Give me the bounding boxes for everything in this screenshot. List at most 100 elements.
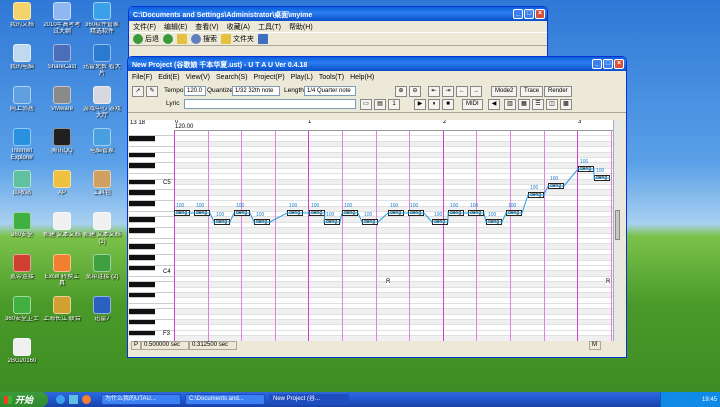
vertical-scrollbar[interactable] [613, 120, 621, 341]
one-button[interactable]: 1 [388, 99, 400, 110]
split-button[interactable]: ▤ [374, 99, 386, 110]
desktop-icon[interactable]: 迅雷免费 看大片 [82, 44, 122, 78]
explorer-window[interactable]: C:\Documents and Settings\Administrator\… [128, 6, 548, 58]
utau-window[interactable]: New Project (谷歌娘 千本华夏.ust) - U T A U Ver… [127, 56, 627, 358]
desktop-icon[interactable]: 腾讯QQ [42, 128, 82, 162]
start-button[interactable]: 开始 [0, 392, 48, 407]
midi-button[interactable]: MIDI [462, 99, 483, 110]
render-button[interactable]: Render [544, 86, 572, 97]
pause-button[interactable]: ⏸ [428, 99, 440, 110]
stop-button[interactable]: ■ [442, 99, 454, 110]
desktop-icon[interactable]: AP [42, 170, 82, 204]
desktop-icon[interactable]: VMware [42, 86, 82, 120]
note-grid[interactable]: deng 100 deng 100 deng 100 deng 100 deng 100 deng 1… [174, 131, 613, 341]
piano-keyboard[interactable]: C5 C4 F3 [129, 131, 174, 341]
desktop-icon[interactable]: 360安全 [2, 212, 42, 246]
speaker-icon[interactable]: ◀ [488, 99, 500, 110]
search-button[interactable]: 搜索 [191, 34, 217, 44]
menu-view[interactable]: View(V) [186, 74, 210, 81]
nudge-left-button[interactable]: ← [456, 86, 468, 97]
close-button[interactable]: × [614, 59, 624, 69]
menu-file[interactable]: 文件(F) [133, 22, 156, 32]
window-icon[interactable]: ◫ [546, 99, 558, 110]
clock[interactable]: 19:45 [702, 397, 717, 403]
maximize-button[interactable]: □ [603, 59, 613, 69]
minimize-button[interactable]: _ [513, 9, 523, 19]
desktop-icon[interactable]: 游戏中心 游戏大厅 [82, 86, 122, 120]
desktop-icon[interactable]: Internet Explorer [2, 128, 42, 162]
task-qq[interactable]: 为什么我的UTAU... [101, 394, 181, 405]
menu-edit[interactable]: Edit(E) [158, 74, 179, 81]
menu-edit[interactable]: 编辑(E) [164, 22, 187, 32]
list-icon[interactable]: ☰ [532, 99, 544, 110]
zoom-out-button[interactable]: ⊖ [409, 86, 421, 97]
desktop-icon[interactable]: 新建 文本文档 [42, 212, 82, 246]
pencil-tool-button[interactable]: ✎ [146, 86, 158, 97]
props-icon[interactable]: ▦ [518, 99, 530, 110]
rest-marker[interactable]: R [386, 279, 391, 285]
rest-marker[interactable]: R [606, 279, 611, 285]
insert-button[interactable]: ▭ [360, 99, 372, 110]
maximize-button[interactable]: □ [524, 9, 534, 19]
menu-favorites[interactable]: 收藏(A) [227, 22, 250, 32]
desktop-icon[interactable]: 360软件管家 精选软件 [82, 2, 122, 36]
menu-search[interactable]: Search(S) [216, 74, 248, 81]
menu-help[interactable]: 帮助(H) [289, 22, 313, 32]
nudge-right-button[interactable]: → [470, 86, 482, 97]
play-button[interactable]: ▶ [414, 99, 426, 110]
utau-title-bar[interactable]: New Project (谷歌娘 千本华夏.ust) - U T A U Ver… [128, 57, 626, 71]
desktop-icon[interactable]: 宽带连接 (2) [82, 254, 122, 288]
desktop-icon[interactable]: 2BG20160 [2, 338, 42, 372]
menu-play[interactable]: Play(L) [291, 74, 313, 81]
close-button[interactable]: × [535, 9, 545, 19]
mode2-button[interactable]: Mode2 [491, 86, 518, 97]
desktop-icon[interactable]: 新建 文本文档 (2) [82, 212, 122, 246]
lyric-field[interactable] [184, 99, 356, 109]
menu-tools[interactable]: 工具(T) [258, 22, 281, 32]
desktop-icon[interactable]: 电脑管家 [82, 128, 122, 162]
grid-icon[interactable]: ▩ [560, 99, 572, 110]
quicklaunch-desktop-icon[interactable] [69, 395, 78, 404]
desktop-icon[interactable]: ShareCast [42, 44, 82, 78]
tempo-field[interactable]: 120.0 [184, 86, 206, 96]
desktop-icon[interactable]: 网上邻居 [2, 86, 42, 120]
scroll-right-button[interactable]: ⇥ [442, 86, 454, 97]
folders-button[interactable]: 文件夹 [221, 34, 254, 44]
task-explorer[interactable]: C:\Documents and... [185, 394, 265, 405]
desktop-icon[interactable]: 上海长江 联合 [42, 296, 82, 330]
desktop-icon[interactable]: 回收站 [2, 170, 42, 204]
desktop-icon[interactable]: 我的电脑 [2, 44, 42, 78]
menu-help[interactable]: Help(H) [350, 74, 374, 81]
arrow-tool-button[interactable]: ➚ [132, 86, 144, 97]
desktop-app-icon [93, 296, 111, 314]
length-select[interactable]: 1/4 Quarter note [304, 86, 356, 96]
piano-roll[interactable]: 13 18 120.00 0 1 2 3 C5 C4 F3 deng 100 deng 1… [129, 120, 621, 341]
desktop-icon[interactable]: 2010年高考考试大纲 [42, 2, 82, 36]
quantize-select[interactable]: 1/32 32th note [232, 86, 280, 96]
desktop-icon[interactable]: 360安全卫士 [2, 296, 42, 330]
quicklaunch-ie-icon[interactable] [56, 395, 65, 404]
desktop-icon[interactable]: Excel 转换工具 [42, 254, 82, 288]
up-button[interactable] [177, 34, 187, 44]
minimize-button[interactable]: _ [592, 59, 602, 69]
scroll-left-button[interactable]: ⇤ [428, 86, 440, 97]
menu-tools[interactable]: Tools(T) [319, 74, 344, 81]
zoom-in-button[interactable]: ⊕ [395, 86, 407, 97]
menu-file[interactable]: File(F) [132, 74, 152, 81]
menu-view[interactable]: 查看(V) [195, 22, 218, 32]
trace-button[interactable]: Trace [520, 86, 544, 97]
forward-button[interactable] [163, 34, 173, 44]
menu-project[interactable]: Project(P) [254, 74, 285, 81]
desktop-icon[interactable]: 工具包 [82, 170, 122, 204]
task-utau[interactable]: New Project (谷... [269, 394, 349, 405]
timeline-ruler[interactable]: 13 18 120.00 0 1 2 3 [130, 120, 613, 131]
quicklaunch-player-icon[interactable] [82, 395, 91, 404]
desktop-icon[interactable]: 宽带连接 [2, 254, 42, 288]
desktop-icon[interactable]: 我的文档 [2, 2, 42, 36]
piano-icon[interactable]: ▥ [504, 99, 516, 110]
scroll-thumb[interactable] [615, 210, 620, 240]
desktop-icon[interactable]: 迅雷7 [82, 296, 122, 330]
views-button[interactable] [258, 34, 268, 44]
explorer-title-bar[interactable]: C:\Documents and Settings\Administrator\… [129, 7, 547, 21]
back-button[interactable]: 后退 [133, 34, 159, 44]
